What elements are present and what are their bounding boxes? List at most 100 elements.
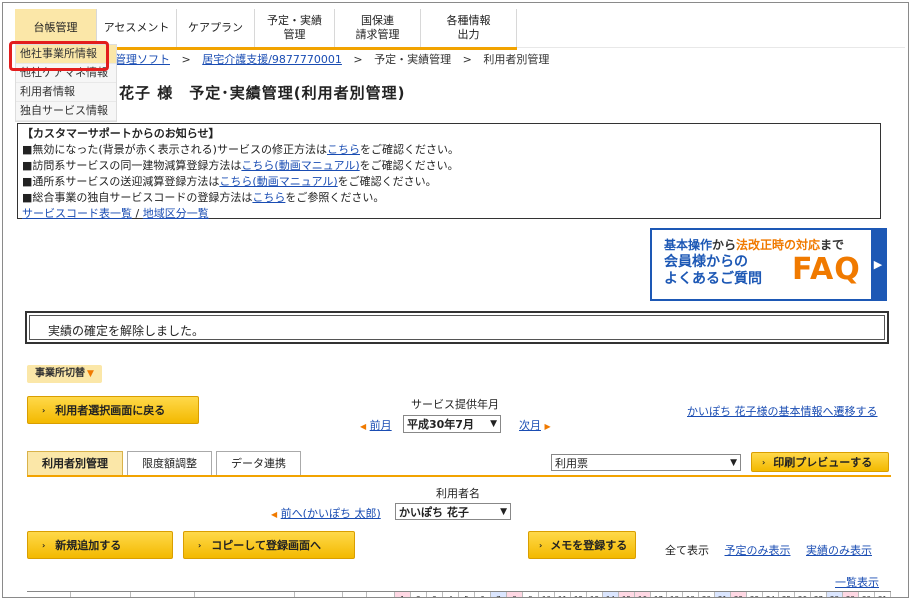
menu-item-user-info[interactable]: 利用者情報 bbox=[16, 83, 116, 102]
breadcrumb-software[interactable]: 管理ソフト bbox=[115, 53, 170, 66]
grid-day-6: 6 bbox=[475, 592, 491, 597]
annotation-highlight bbox=[9, 41, 109, 71]
grid-day-22: 22 bbox=[731, 592, 747, 597]
tab-underline bbox=[27, 475, 891, 477]
grid-day-31: 31 bbox=[875, 592, 891, 597]
grid-day-12: 12 bbox=[571, 592, 587, 597]
breadcrumb-sep: > bbox=[353, 53, 363, 66]
chevron-down-icon: ▼ bbox=[490, 419, 497, 429]
memo-register-button[interactable]: › メモを登録する bbox=[528, 531, 636, 559]
grid-day-21: 21 bbox=[715, 592, 731, 597]
grid-day-7: 7 bbox=[491, 592, 507, 597]
breadcrumb-schedule: 予定・実績管理 bbox=[374, 53, 452, 66]
chevron-down-icon: ▼ bbox=[730, 457, 737, 468]
banner-line2: 会員様からの よくあるご質問 bbox=[664, 254, 762, 287]
grid-cell bbox=[295, 592, 343, 597]
region-link[interactable]: 地域区分一覧 bbox=[143, 207, 209, 220]
list-view-link[interactable]: 一覧表示 bbox=[835, 574, 879, 590]
grid-day-23: 23 bbox=[747, 592, 763, 597]
office-switch-toggle[interactable]: 事業所切替 ▼ bbox=[27, 365, 102, 383]
breadcrumb-office[interactable]: 居宅介護支援/9877770001 bbox=[202, 53, 342, 66]
prev-user-link[interactable]: ◀ 前へ(かいぽち 太郎) bbox=[271, 505, 381, 521]
banner-line1: 基本操作から法改正時の対応まで bbox=[664, 238, 845, 252]
filter-actual-only[interactable]: 実績のみ表示 bbox=[806, 544, 872, 557]
grid-day-10: 10 bbox=[539, 592, 555, 597]
triangle-right-icon: ▶ bbox=[544, 422, 551, 431]
grid-day-18: 18 bbox=[667, 592, 683, 597]
grid-day-26: 26 bbox=[795, 592, 811, 597]
tab-limit-adjust[interactable]: 限度額調整 bbox=[127, 451, 212, 475]
breadcrumb-sep: > bbox=[181, 53, 191, 66]
grid-cell bbox=[343, 592, 367, 597]
nav-careplan[interactable]: ケアプラン bbox=[177, 9, 255, 47]
display-filters: 全て表示 予定のみ表示 実績のみ表示 bbox=[665, 542, 884, 558]
status-message-text: 実績の確定を解除しました。 bbox=[29, 315, 885, 340]
notice-link[interactable]: こちら(動画マニュアル) bbox=[219, 175, 337, 188]
grid-day-13: 13 bbox=[587, 592, 603, 597]
grid-cell bbox=[71, 592, 131, 597]
breadcrumb: 管理ソフト > 居宅介護支援/9877770001 > 予定・実績管理 > 利用… bbox=[115, 51, 557, 67]
nav-schedule[interactable]: 予定・実績 管理 bbox=[255, 9, 335, 47]
copy-register-button[interactable]: › コピーして登録画面へ bbox=[183, 531, 355, 559]
filter-all[interactable]: 全て表示 bbox=[665, 544, 709, 557]
grid-day-28: 28 bbox=[827, 592, 843, 597]
notice-line: ■訪問系サービスの同一建物減算登録方法はこちら(動画マニュアル)をご確認ください… bbox=[22, 159, 459, 172]
chevron-right-icon: › bbox=[42, 405, 46, 415]
notice-link[interactable]: こちら(動画マニュアル) bbox=[241, 159, 359, 172]
faq-banner[interactable]: 基本操作から法改正時の対応まで 会員様からの よくあるご質問 FAQ ▶ bbox=[650, 228, 887, 301]
notice-title: 【カスタマーサポートからのお知らせ】 bbox=[22, 127, 220, 140]
grid-cell bbox=[27, 592, 71, 597]
service-code-link[interactable]: サービスコード表一覧 bbox=[22, 207, 132, 220]
period-label: サービス提供年月 bbox=[411, 398, 499, 411]
tab-user-management[interactable]: 利用者別管理 bbox=[27, 451, 123, 475]
next-month-link[interactable]: 次月 ▶ bbox=[519, 417, 551, 433]
grid-cell bbox=[367, 592, 395, 597]
grid-day-11: 11 bbox=[555, 592, 571, 597]
support-notice: 【カスタマーサポートからのお知らせ】 ■無効になった(背景が赤く表示される)サー… bbox=[17, 123, 881, 220]
grid-day-24: 24 bbox=[763, 592, 779, 597]
grid-day-8: 8 bbox=[507, 592, 523, 597]
basic-info-link[interactable]: かいぽち 花子様の基本情報へ遷移する bbox=[687, 403, 878, 419]
tab-bar: 利用者別管理 限度額調整 データ連携 bbox=[27, 451, 305, 475]
grid-day-5: 5 bbox=[459, 592, 475, 597]
grid-day-1: 1 bbox=[395, 592, 411, 597]
chevron-down-icon: ▼ bbox=[500, 506, 507, 517]
grid-day-14: 14 bbox=[603, 592, 619, 597]
notice-links: サービスコード表一覧 / 地域区分一覧 bbox=[22, 207, 209, 220]
grid-cell bbox=[195, 592, 295, 597]
print-preview-button[interactable]: › 印刷プレビューする bbox=[751, 452, 889, 472]
grid-day-30: 30 bbox=[859, 592, 875, 597]
grid-day-29: 29 bbox=[843, 592, 859, 597]
grid-day-3: 3 bbox=[427, 592, 443, 597]
filter-plan-only[interactable]: 予定のみ表示 bbox=[725, 544, 791, 557]
menu-item-custom-service[interactable]: 独自サービス情報 bbox=[16, 102, 116, 121]
nav-claims[interactable]: 国保連 請求管理 bbox=[335, 9, 421, 47]
chevron-right-icon: › bbox=[198, 540, 202, 550]
notice-line: ■総合事業の独自サービスコードの登録方法はこちらをご参照ください。 bbox=[22, 191, 385, 204]
grid-day-9: 9 bbox=[523, 592, 539, 597]
grid-day-25: 25 bbox=[779, 592, 795, 597]
notice-line: ■通所系サービスの送迎減算登録方法はこちら(動画マニュアル)をご確認ください。 bbox=[22, 175, 437, 188]
notice-line: ■無効になった(背景が赤く表示される)サービスの修正方法はこちらをご確認ください… bbox=[22, 143, 459, 156]
notice-link[interactable]: こちら bbox=[252, 191, 285, 204]
nav-assessment[interactable]: アセスメント bbox=[97, 9, 177, 47]
back-to-user-select-button[interactable]: › 利用者選択画面に戻る bbox=[27, 396, 199, 424]
breadcrumb-sep: > bbox=[462, 53, 472, 66]
chevron-right-icon: ▶ bbox=[871, 230, 885, 299]
tab-data-link[interactable]: データ連携 bbox=[216, 451, 301, 475]
user-select[interactable]: かいぽち 花子 ▼ bbox=[395, 503, 511, 520]
notice-link[interactable]: こちら bbox=[327, 143, 360, 156]
app-window: 台帳管理 アセスメント ケアプラン 予定・実績 管理 国保連 請求管理 各種情報… bbox=[2, 2, 909, 598]
prev-month-link[interactable]: ◀ 前月 bbox=[360, 417, 392, 433]
chevron-right-icon: › bbox=[42, 540, 46, 550]
grid-day-19: 19 bbox=[683, 592, 699, 597]
schedule-grid-header: 1234567891011121314151617181920212223242… bbox=[27, 591, 891, 597]
chevron-right-icon: › bbox=[539, 540, 543, 550]
period-select[interactable]: 平成30年7月 ▼ bbox=[403, 415, 501, 433]
grid-cell bbox=[131, 592, 195, 597]
new-add-button[interactable]: › 新規追加する bbox=[27, 531, 173, 559]
document-select[interactable]: 利用票 ▼ bbox=[551, 454, 741, 471]
breadcrumb-current: 利用者別管理 bbox=[483, 53, 550, 66]
nav-output[interactable]: 各種情報 出力 bbox=[421, 9, 517, 47]
grid-day-2: 2 bbox=[411, 592, 427, 597]
